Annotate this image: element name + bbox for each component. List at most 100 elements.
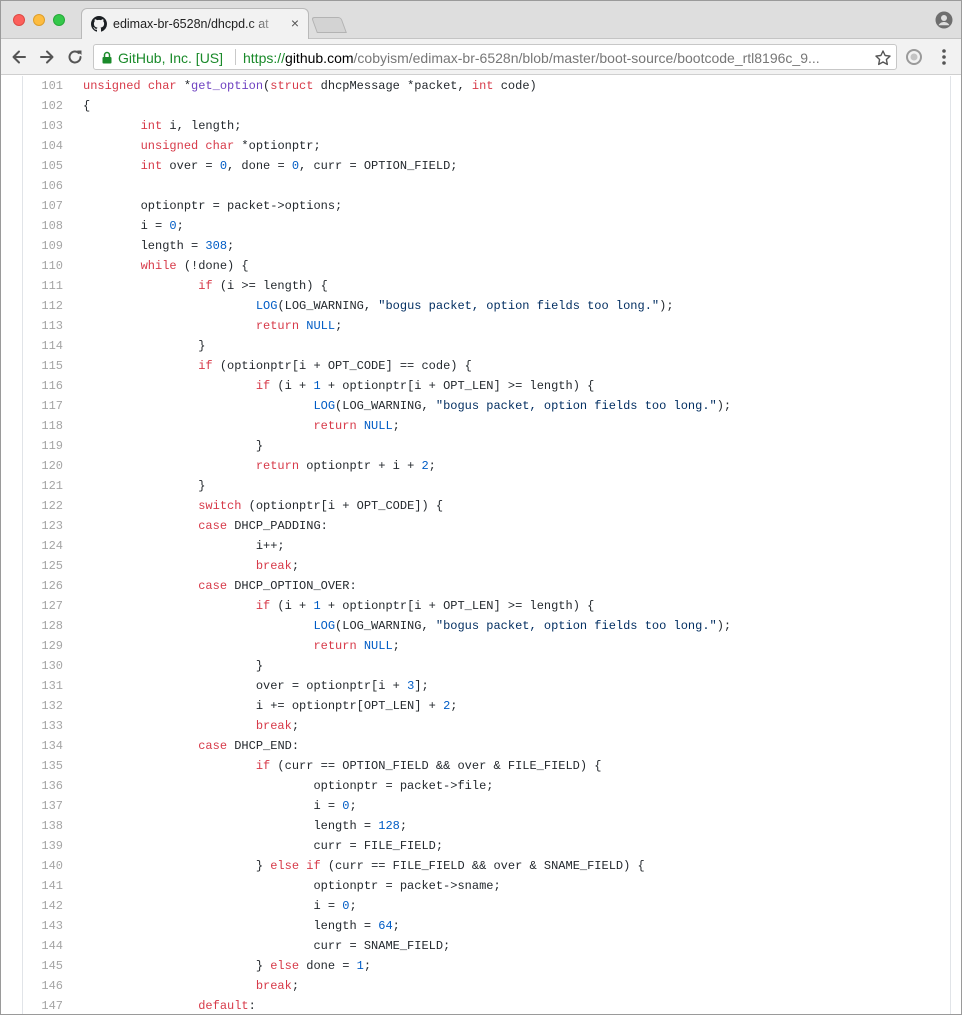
line-number[interactable]: 108 bbox=[23, 216, 63, 236]
line-number[interactable]: 106 bbox=[23, 176, 63, 196]
new-tab-button[interactable] bbox=[311, 17, 347, 33]
line-number[interactable]: 117 bbox=[23, 396, 63, 416]
line-code: } bbox=[83, 659, 264, 673]
code-line: 127 if (i + 1 + optionptr[i + OPT_LEN] >… bbox=[23, 596, 950, 616]
profile-icon[interactable] bbox=[935, 11, 953, 29]
line-number[interactable]: 142 bbox=[23, 896, 63, 916]
code-line: 122 switch (optionptr[i + OPT_CODE]) { bbox=[23, 496, 950, 516]
code-line: 129 return NULL; bbox=[23, 636, 950, 656]
line-code: length = 308; bbox=[83, 239, 235, 253]
code-viewer: 101 unsigned char *get_option(struct dhcp… bbox=[1, 76, 961, 1014]
line-code: case DHCP_OPTION_OVER: bbox=[198, 579, 357, 593]
line-number[interactable]: 138 bbox=[23, 816, 63, 836]
line-code: LOG(LOG_WARNING, "bogus packet, option f… bbox=[255, 299, 674, 313]
zoom-window-button[interactable] bbox=[53, 14, 65, 26]
line-number[interactable]: 119 bbox=[23, 436, 63, 456]
line-number[interactable]: 111 bbox=[23, 276, 63, 296]
minimize-window-button[interactable] bbox=[33, 14, 45, 26]
line-code: curr = FILE_FIELD; bbox=[83, 839, 444, 853]
code-line: 106 bbox=[23, 176, 950, 196]
url-host: github.com bbox=[285, 50, 354, 66]
line-number[interactable]: 114 bbox=[23, 336, 63, 356]
tab-close-icon[interactable]: × bbox=[288, 16, 302, 30]
code-line: 115 if (optionptr[i + OPT_CODE] == code)… bbox=[23, 356, 950, 376]
line-number[interactable]: 104 bbox=[23, 136, 63, 156]
line-number[interactable]: 105 bbox=[23, 156, 63, 176]
line-number[interactable]: 139 bbox=[23, 836, 63, 856]
line-code: optionptr = packet->options; bbox=[83, 199, 343, 213]
code-line: 142 i = 0; bbox=[23, 896, 950, 916]
line-code: if (i >= length) { bbox=[198, 279, 328, 293]
line-code: i = 0; bbox=[83, 219, 184, 233]
line-number[interactable]: 126 bbox=[23, 576, 63, 596]
url-text[interactable]: https://github.com/cobyism/edimax-br-652… bbox=[243, 50, 867, 66]
kebab-menu-icon[interactable] bbox=[937, 48, 951, 66]
line-number[interactable]: 112 bbox=[23, 296, 63, 316]
code-line: 109 length = 308; bbox=[23, 236, 950, 256]
line-code: optionptr = packet->file; bbox=[83, 779, 494, 793]
line-number[interactable]: 128 bbox=[23, 616, 63, 636]
line-number[interactable]: 120 bbox=[23, 456, 63, 476]
line-number[interactable]: 110 bbox=[23, 256, 63, 276]
line-number[interactable]: 131 bbox=[23, 676, 63, 696]
line-code: unsigned char *optionptr; bbox=[140, 139, 321, 153]
line-number[interactable]: 135 bbox=[23, 756, 63, 776]
line-number[interactable]: 143 bbox=[23, 916, 63, 936]
code-line: 136 optionptr = packet->file; bbox=[23, 776, 950, 796]
line-code: } else done = 1; bbox=[83, 959, 372, 973]
line-number[interactable]: 132 bbox=[23, 696, 63, 716]
code-line: 141 optionptr = packet->sname; bbox=[23, 876, 950, 896]
line-number[interactable]: 116 bbox=[23, 376, 63, 396]
code-line: 123 case DHCP_PADDING: bbox=[23, 516, 950, 536]
line-number[interactable]: 130 bbox=[23, 656, 63, 676]
line-code: over = optionptr[i + 3]; bbox=[83, 679, 429, 693]
line-number[interactable]: 125 bbox=[23, 556, 63, 576]
line-number[interactable]: 137 bbox=[23, 796, 63, 816]
line-code: if (curr == OPTION_FIELD && over & FILE_… bbox=[255, 759, 602, 773]
line-number[interactable]: 121 bbox=[23, 476, 63, 496]
line-number[interactable]: 144 bbox=[23, 936, 63, 956]
site-identity[interactable]: GitHub, Inc. [US] bbox=[118, 50, 223, 66]
line-number[interactable]: 115 bbox=[23, 356, 63, 376]
line-number[interactable]: 134 bbox=[23, 736, 63, 756]
code-line: 113 return NULL; bbox=[23, 316, 950, 336]
line-number[interactable]: 141 bbox=[23, 876, 63, 896]
line-number[interactable]: 113 bbox=[23, 316, 63, 336]
line-code: i = 0; bbox=[83, 899, 357, 913]
line-number[interactable]: 102 bbox=[23, 96, 63, 116]
line-code: } else if (curr == FILE_FIELD && over & … bbox=[83, 859, 645, 873]
arrow-left-icon[interactable] bbox=[9, 47, 29, 67]
extension-icon[interactable] bbox=[905, 48, 923, 66]
line-number[interactable]: 145 bbox=[23, 956, 63, 976]
line-number[interactable]: 118 bbox=[23, 416, 63, 436]
lock-icon[interactable] bbox=[102, 51, 112, 64]
line-number[interactable]: 129 bbox=[23, 636, 63, 656]
code-table: 101 unsigned char *get_option(struct dhcp… bbox=[23, 76, 950, 1014]
line-number[interactable]: 136 bbox=[23, 776, 63, 796]
line-number[interactable]: 140 bbox=[23, 856, 63, 876]
line-number[interactable]: 103 bbox=[23, 116, 63, 136]
tab-title: edimax-br-6528n/dhcpd.c at bbox=[113, 17, 269, 31]
line-number[interactable]: 109 bbox=[23, 236, 63, 256]
line-code: optionptr = packet->sname; bbox=[83, 879, 501, 893]
line-number[interactable]: 124 bbox=[23, 536, 63, 556]
tab-strip: edimax-br-6528n/dhcpd.c at × bbox=[1, 1, 961, 40]
line-number[interactable]: 122 bbox=[23, 496, 63, 516]
arrow-right-icon[interactable] bbox=[37, 47, 57, 67]
line-number[interactable]: 133 bbox=[23, 716, 63, 736]
close-window-button[interactable] bbox=[13, 14, 25, 26]
line-number[interactable]: 101 bbox=[23, 76, 63, 96]
star-icon[interactable] bbox=[874, 49, 892, 67]
reload-icon[interactable] bbox=[65, 47, 85, 67]
line-number[interactable]: 147 bbox=[23, 996, 63, 1014]
code-line: 107 optionptr = packet->options; bbox=[23, 196, 950, 216]
address-bar[interactable]: GitHub, Inc. [US] https://github.com/cob… bbox=[93, 44, 897, 70]
tab-active[interactable]: edimax-br-6528n/dhcpd.c at × bbox=[81, 8, 309, 40]
code-line: 101 unsigned char *get_option(struct dhcp… bbox=[23, 76, 950, 96]
code-line: 140 } else if (curr == FILE_FIELD && ove… bbox=[23, 856, 950, 876]
line-number[interactable]: 123 bbox=[23, 516, 63, 536]
line-number[interactable]: 146 bbox=[23, 976, 63, 996]
line-number[interactable]: 127 bbox=[23, 596, 63, 616]
line-code: length = 64; bbox=[83, 919, 400, 933]
line-number[interactable]: 107 bbox=[23, 196, 63, 216]
